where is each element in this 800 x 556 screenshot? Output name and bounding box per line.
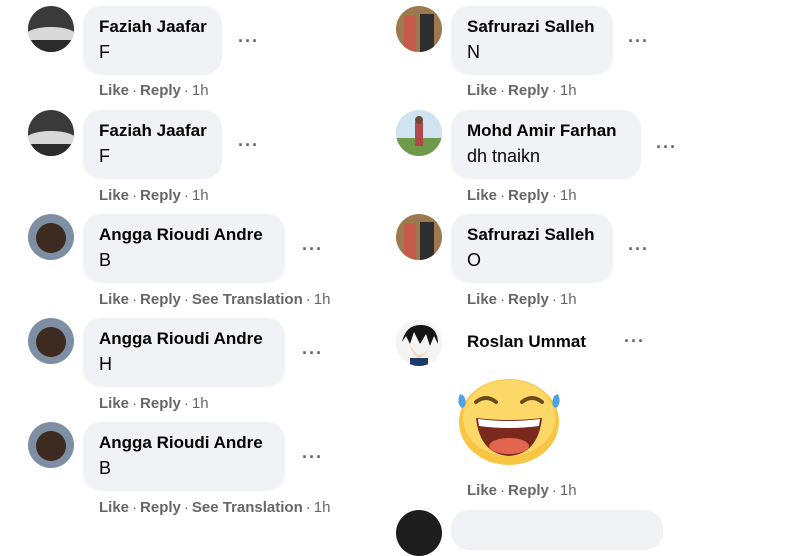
comment-author[interactable]: Roslan Ummat — [467, 330, 586, 354]
comment-timestamp[interactable]: 1h — [192, 187, 209, 204]
like-link[interactable]: Like — [467, 482, 497, 499]
avatar[interactable] — [28, 214, 74, 260]
comment-author[interactable]: Mohd Amir Farhan — [467, 119, 625, 143]
comment-actions: Like · Reply · 1h — [467, 187, 577, 204]
comment-actions: Like · Reply · 1h — [467, 291, 577, 308]
like-link[interactable]: Like — [467, 187, 497, 204]
comment-bubble: Faziah Jaafar F — [83, 110, 222, 179]
like-link[interactable]: Like — [467, 291, 497, 308]
comment-timestamp[interactable]: 1h — [314, 499, 331, 516]
more-options-icon[interactable]: ··· — [302, 344, 323, 362]
comment-author[interactable]: Safrurazi Salleh — [467, 15, 597, 39]
comment-timestamp[interactable]: 1h — [192, 395, 209, 412]
reply-link[interactable]: Reply — [140, 82, 181, 99]
like-link[interactable]: Like — [467, 82, 497, 99]
reply-link[interactable]: Reply — [508, 82, 549, 99]
comment-actions: Like · Reply · 1h — [467, 82, 577, 99]
comment-author[interactable]: Safrurazi Salleh — [467, 223, 597, 247]
comment-bubble: Safrurazi Salleh O — [451, 214, 613, 283]
comment-text: B — [99, 458, 112, 478]
avatar[interactable] — [28, 422, 74, 468]
comment-bubble: Angga Rioudi Andre B — [83, 214, 285, 283]
comment-timestamp[interactable]: 1h — [560, 291, 577, 308]
comment-timestamp[interactable]: 1h — [314, 291, 331, 308]
more-options-icon[interactable]: ··· — [302, 448, 323, 466]
like-link[interactable]: Like — [99, 395, 129, 412]
comment-author[interactable]: Faziah Jaafar — [99, 15, 207, 39]
like-link[interactable]: Like — [99, 187, 129, 204]
comment-author[interactable]: Angga Rioudi Andre — [99, 431, 269, 455]
comment-text: H — [99, 354, 112, 374]
more-options-icon[interactable]: ··· — [302, 240, 323, 258]
more-options-icon[interactable]: ··· — [656, 138, 677, 156]
comment-bubble: Angga Rioudi Andre H — [83, 318, 285, 387]
like-link[interactable]: Like — [99, 499, 129, 516]
comment-text: N — [467, 42, 480, 62]
comment-timestamp[interactable]: 1h — [560, 187, 577, 204]
reply-link[interactable]: Reply — [508, 187, 549, 204]
comment-text: F — [99, 42, 110, 62]
avatar[interactable] — [28, 318, 74, 364]
comment-text: dh tnaikn — [467, 146, 541, 166]
more-options-icon[interactable]: ··· — [624, 332, 645, 350]
comment-bubble: Angga Rioudi Andre B — [83, 422, 285, 491]
reply-link[interactable]: Reply — [140, 187, 181, 204]
comment-bubble: Faziah Jaafar F — [83, 6, 222, 75]
reply-link[interactable]: Reply — [140, 291, 181, 308]
like-link[interactable]: Like — [99, 291, 129, 308]
comment-text: B — [99, 250, 112, 270]
avatar[interactable] — [28, 110, 74, 156]
laughing-tears-emoji-icon — [454, 374, 564, 466]
comment-bubble: Mohd Amir Farhan dh tnaikn — [451, 110, 641, 179]
avatar[interactable] — [396, 320, 442, 366]
comment-timestamp[interactable]: 1h — [192, 82, 209, 99]
see-translation-link[interactable]: See Translation — [192, 291, 303, 308]
avatar[interactable] — [396, 6, 442, 52]
comment-author[interactable]: Angga Rioudi Andre — [99, 223, 269, 247]
comment-author[interactable]: Angga Rioudi Andre — [99, 327, 269, 351]
reply-link[interactable]: Reply — [508, 482, 549, 499]
avatar[interactable] — [28, 6, 74, 52]
comment-actions: Like · Reply · 1h — [99, 82, 209, 99]
comment-actions: Like · Reply · 1h — [99, 395, 209, 412]
reply-link[interactable]: Reply — [508, 291, 549, 308]
more-options-icon[interactable]: ··· — [628, 240, 649, 258]
avatar[interactable] — [396, 510, 442, 556]
comment-timestamp[interactable]: 1h — [560, 482, 577, 499]
more-options-icon[interactable]: ··· — [628, 32, 649, 50]
comment-text: F — [99, 146, 110, 166]
reply-link[interactable]: Reply — [140, 395, 181, 412]
avatar[interactable] — [396, 214, 442, 260]
more-options-icon[interactable]: ··· — [238, 136, 259, 154]
reply-link[interactable]: Reply — [140, 499, 181, 516]
comment-bubble: Safrurazi Salleh N — [451, 6, 613, 75]
comment-actions: Like · Reply · 1h — [467, 482, 577, 499]
comment-timestamp[interactable]: 1h — [560, 82, 577, 99]
comment-actions: Like · Reply · See Translation · 1h — [99, 499, 331, 516]
more-options-icon[interactable]: ··· — [238, 32, 259, 50]
comment-author[interactable]: Faziah Jaafar — [99, 119, 207, 143]
comment-bubble — [451, 510, 663, 550]
comment-actions: Like · Reply · 1h — [99, 187, 209, 204]
avatar[interactable] — [396, 110, 442, 156]
comment-text: O — [467, 250, 482, 270]
like-link[interactable]: Like — [99, 82, 129, 99]
see-translation-link[interactable]: See Translation — [192, 499, 303, 516]
comment-actions: Like · Reply · See Translation · 1h — [99, 291, 331, 308]
